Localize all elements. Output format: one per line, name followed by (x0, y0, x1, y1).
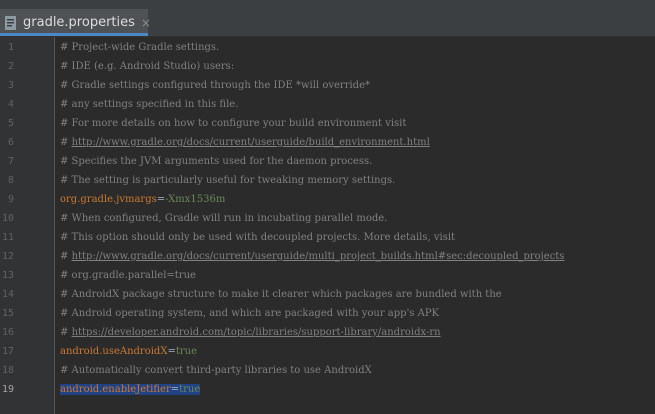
close-icon[interactable]: × (141, 16, 151, 30)
code-line: # The setting is particularly useful for… (60, 171, 395, 190)
comment-text: # Project-wide Gradle settings. (60, 42, 220, 53)
line-number: 14 (1, 289, 14, 300)
code-line: # AndroidX package structure to make it … (60, 285, 502, 304)
comment-prefix: # (60, 327, 72, 338)
code-line: # Automatically convert third-party libr… (60, 361, 372, 380)
comment-text: # The setting is particularly useful for… (60, 175, 396, 186)
code-line: android.useAndroidX=true (60, 342, 197, 361)
property-equals: = (167, 346, 176, 357)
code-line: # http://www.gradle.org/docs/current/use… (60, 133, 430, 152)
line-number: 16 (1, 327, 14, 338)
line-number: 17 (1, 346, 14, 357)
line-number: 10 (1, 213, 14, 224)
comment-text: # Specifies the JVM arguments used for t… (60, 156, 373, 167)
property-entry: android.useAndroidX=true (60, 346, 197, 357)
active-tab-indicator (0, 33, 148, 36)
line-number: 5 (7, 118, 14, 129)
line-number: 18 (1, 365, 14, 376)
property-entry: org.gradle.jvmargs=-Xmx1536m (60, 194, 225, 205)
code-line: # For more details on how to configure y… (60, 114, 406, 133)
line-number: 13 (1, 270, 14, 281)
property-value: true (175, 346, 198, 357)
property-key: android.useAndroidX (60, 346, 168, 357)
comment-text: # Android operating system, and which ar… (60, 308, 440, 319)
line-number: 2 (7, 61, 14, 72)
tab-label: gradle.properties (23, 15, 135, 30)
line-number: 1 (7, 42, 14, 53)
line-number: 8 (7, 175, 14, 186)
comment-text: # Gradle settings configured through the… (60, 80, 370, 91)
properties-file-icon (4, 15, 18, 31)
tab-gradle-properties[interactable]: gradle.properties × (0, 9, 151, 36)
code-line: # When configured, Gradle will run in in… (60, 209, 387, 228)
code-line: # org.gradle.parallel=true (60, 266, 196, 285)
code-editor[interactable]: # Project-wide Gradle settings. # IDE (e.… (55, 37, 655, 414)
code-line: # Android operating system, and which ar… (60, 304, 439, 323)
selected-property: android.enableJetifier=true (60, 384, 201, 395)
line-number: 11 (1, 232, 14, 243)
property-equals: = (170, 384, 180, 395)
code-line: # Specifies the JVM arguments used for t… (60, 152, 372, 171)
editor-tab-bar: gradle.properties × (0, 0, 655, 37)
line-number: 19 (1, 384, 14, 395)
line-number: 7 (7, 156, 14, 167)
code-line: # any settings specified in this file. (60, 95, 238, 114)
comment-text: # When configured, Gradle will run in in… (60, 213, 388, 224)
code-line: android.enableJetifier=true (60, 380, 201, 399)
comment-text: # This option should only be used with d… (60, 232, 456, 243)
code-line: org.gradle.jvmargs=-Xmx1536m (60, 190, 225, 209)
comment-text: # org.gradle.parallel=true (60, 270, 196, 281)
url-link[interactable]: http://www.gradle.org/docs/current/userg… (72, 251, 565, 262)
code-line: # IDE (e.g. Android Studio) users: (60, 57, 234, 76)
comment-text: # Automatically convert third-party libr… (60, 365, 372, 376)
property-key: org.gradle.jvmargs (60, 194, 157, 205)
url-link[interactable]: http://www.gradle.org/docs/current/userg… (72, 137, 430, 148)
line-number: 15 (1, 308, 14, 319)
line-number: 4 (7, 99, 14, 110)
ide-window: gradle.properties × 1 2 3 4 5 6 7 8 9 10 11 12 13 14 1… (0, 0, 655, 414)
property-value: -Xmx1536m (165, 194, 226, 205)
property-equals: = (156, 194, 166, 205)
line-number: 12 (1, 251, 14, 262)
code-line: # https://developer.android.com/topic/li… (60, 323, 441, 342)
comment-text: # For more details on how to configure y… (60, 118, 407, 129)
comment-text: # IDE (e.g. Android Studio) users: (60, 61, 235, 72)
code-line: # Project-wide Gradle settings. (60, 38, 219, 57)
property-value: true (179, 384, 201, 395)
comment-prefix: # (60, 251, 72, 262)
comment-text: # any settings specified in this file. (60, 99, 239, 110)
code-line: # Gradle settings configured through the… (60, 76, 370, 95)
comment-text: # AndroidX package structure to make it … (60, 289, 502, 300)
line-number: 6 (7, 137, 14, 148)
comment-prefix: # (60, 137, 72, 148)
property-key: android.enableJetifier (60, 384, 171, 395)
line-number: 3 (7, 80, 14, 91)
url-link[interactable]: https://developer.android.com/topic/libr… (72, 327, 441, 338)
code-line: # http://www.gradle.org/docs/current/use… (60, 247, 564, 266)
line-number-gutter: 1 2 3 4 5 6 7 8 9 10 11 12 13 14 15 16 17 18 19 (0, 37, 54, 414)
line-number: 9 (7, 194, 14, 205)
code-line: # This option should only be used with d… (60, 228, 455, 247)
